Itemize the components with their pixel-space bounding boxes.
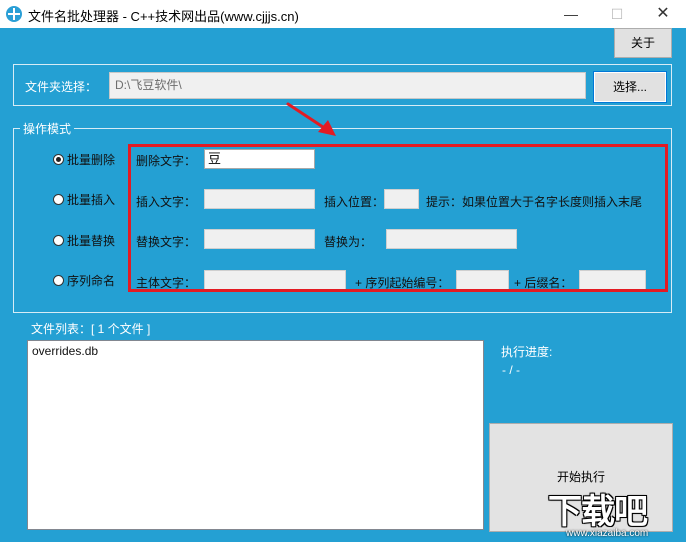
radio-batch-replace[interactable]: 批量替换: [53, 232, 115, 248]
folder-label: 文件夹选择：: [25, 80, 98, 94]
select-folder-button[interactable]: 选择...: [593, 71, 667, 103]
list-item[interactable]: overrides.db: [32, 344, 98, 358]
radio-batch-delete[interactable]: 批量删除: [53, 151, 115, 167]
maximize-icon: ☐: [610, 6, 624, 22]
close-icon[interactable]: ✕: [640, 0, 686, 28]
start-run-label: 开始执行: [556, 470, 605, 484]
window-title: 文件名批处理器 - C++技术网出品(www.cjjjs.cn): [28, 9, 299, 24]
highlight-annotation-box: [128, 144, 668, 292]
radio-checked-icon[interactable]: [53, 153, 64, 165]
radio-unchecked-icon[interactable]: [53, 193, 64, 205]
watermark-logo-text: 下载吧: [548, 493, 648, 531]
watermark-logo: 下载吧 www.xiazaiba.com: [548, 484, 686, 542]
radio-unchecked-icon[interactable]: [53, 274, 64, 286]
file-list-label: 文件列表：[ 1 个文件 ]: [31, 322, 151, 336]
progress-value: - / -: [502, 363, 520, 377]
file-list[interactable]: overrides.db: [27, 340, 484, 530]
title-bar: 文件名批处理器 - C++技术网出品(www.cjjjs.cn) — ☐ ✕: [0, 0, 686, 28]
watermark-url: www.xiazaiba.com: [566, 528, 649, 539]
minimize-icon[interactable]: —: [548, 0, 594, 28]
app-icon: [6, 6, 22, 22]
radio-label: 批量替换: [67, 233, 116, 248]
radio-label: 序列命名: [67, 273, 116, 288]
annotation-arrow-icon: [286, 102, 336, 136]
radio-unchecked-icon[interactable]: [53, 234, 64, 246]
mode-legend: 操作模式: [20, 120, 75, 137]
radio-sequence-naming[interactable]: 序列命名: [53, 272, 115, 288]
radio-batch-insert[interactable]: 批量插入: [53, 191, 115, 207]
folder-path-field[interactable]: D:\飞豆软件\: [109, 72, 586, 99]
main-client-area: 关于 文件夹选择： D:\飞豆软件\ 选择... 操作模式 批量删除 批量插入 …: [0, 28, 686, 542]
progress-label: 执行进度:: [501, 345, 553, 359]
radio-label: 批量插入: [67, 192, 116, 207]
radio-label: 批量删除: [67, 152, 116, 167]
about-button[interactable]: 关于: [614, 28, 672, 58]
